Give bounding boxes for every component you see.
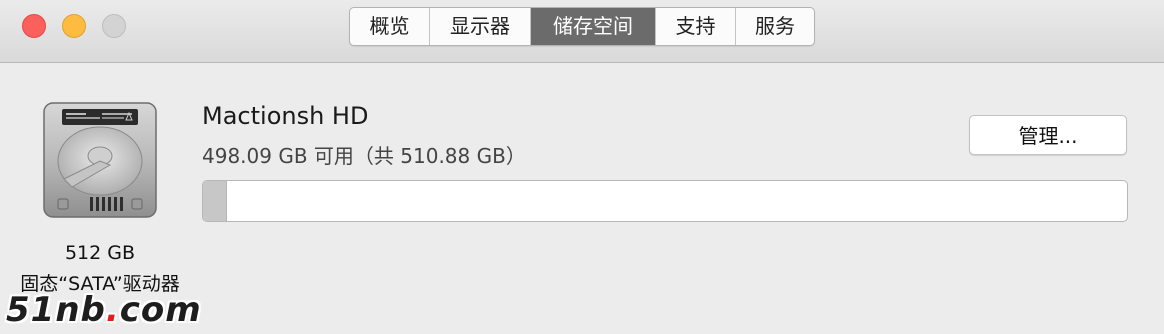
tab-service[interactable]: 服务 bbox=[736, 8, 814, 45]
close-window-button[interactable] bbox=[22, 14, 46, 38]
storage-usage-bar bbox=[202, 180, 1128, 222]
tab-storage[interactable]: 储存空间 bbox=[531, 8, 656, 45]
watermark-suffix: com bbox=[119, 290, 202, 330]
site-watermark: 51nb.com bbox=[6, 290, 202, 330]
window-titlebar: 概览 显示器 储存空间 支持 服务 bbox=[0, 0, 1164, 63]
volume-name: Mactionsh HD bbox=[202, 102, 369, 130]
tab-displays[interactable]: 显示器 bbox=[430, 8, 531, 45]
minimize-window-button[interactable] bbox=[62, 14, 86, 38]
watermark-prefix: 51nb bbox=[6, 290, 106, 330]
tab-bar: 概览 显示器 储存空间 支持 服务 bbox=[349, 7, 815, 46]
tab-overview[interactable]: 概览 bbox=[350, 8, 430, 45]
tab-support[interactable]: 支持 bbox=[656, 8, 736, 45]
storage-used-fill bbox=[203, 181, 228, 221]
zoom-window-button[interactable] bbox=[102, 14, 126, 38]
volume-availability: 498.09 GB 可用（共 510.88 GB） bbox=[202, 144, 526, 168]
drive-capacity: 512 GB bbox=[64, 242, 136, 264]
watermark-dot: . bbox=[105, 290, 120, 330]
manage-button[interactable]: 管理... bbox=[969, 115, 1127, 155]
hard-drive-icon bbox=[42, 101, 158, 219]
